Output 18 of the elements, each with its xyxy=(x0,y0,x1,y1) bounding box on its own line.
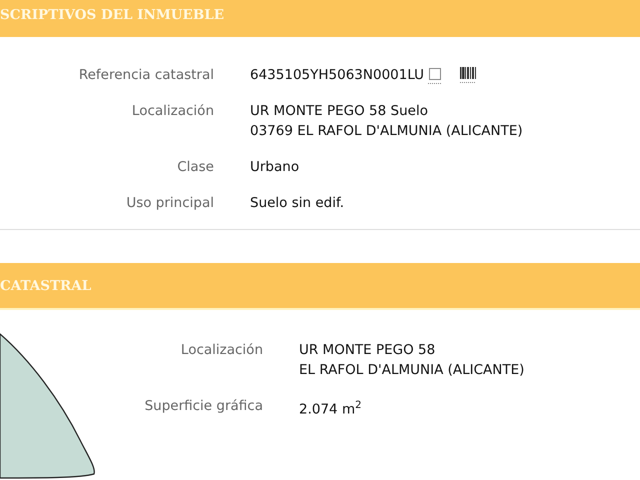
field-label: Clase xyxy=(176,158,214,177)
barcode-icon[interactable] xyxy=(460,67,476,83)
field-value: 2.074 m$^{2}$ xyxy=(299,399,362,420)
field-label: Localización xyxy=(180,341,263,360)
field-value: Suelo sin edif. xyxy=(250,194,344,213)
field-value: Urbano xyxy=(250,158,300,177)
field-value: UR MONTE PEGO 58 Suelo xyxy=(250,102,428,121)
field-label: Superficie gráfica xyxy=(144,397,263,416)
field-label: Uso principal xyxy=(125,194,214,213)
section-header: SCRIPTIVOS DEL INMUEBLE xyxy=(0,0,640,37)
field-value: 6435105YH5063N0001LU xyxy=(250,66,424,85)
field-value: UR MONTE PEGO 58 xyxy=(299,341,436,360)
field-label: Referencia catastral xyxy=(78,66,214,85)
section-header: CATASTRAL xyxy=(0,263,640,310)
copy-icon[interactable] xyxy=(428,66,442,84)
field-label: Localización xyxy=(130,102,214,121)
field-value: EL RAFOL D'ALMUNIA (ALICANTE) xyxy=(299,361,524,380)
field-value: 03769 EL RAFOL D'ALMUNIA (ALICANTE) xyxy=(250,122,523,141)
